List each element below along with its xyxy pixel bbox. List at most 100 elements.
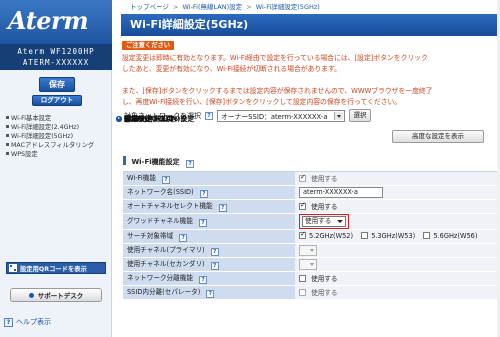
section-title-cell: Wi-Fi機能設定 ?	[123, 153, 500, 172]
section-bar-icon	[123, 155, 126, 165]
save-button[interactable]: 保存	[39, 77, 75, 92]
auto-channel-value: 使用する	[311, 203, 338, 211]
highlight-box: 使用する	[299, 213, 349, 229]
help-icon[interactable]: ?	[199, 190, 208, 198]
help-icon[interactable]: ?	[218, 204, 227, 212]
menu-item-wifi-detail-5[interactable]: Wi-Fi詳細設定(5GHz)	[0, 131, 112, 140]
breadcrumb-separator: >	[172, 3, 179, 11]
ssid-separation-checkbox[interactable]	[299, 289, 306, 296]
band-w53-option[interactable]: 5.3GHz(W53)	[361, 232, 417, 240]
model-name: Aterm WF1200HP	[17, 47, 95, 56]
logout-button[interactable]: ログアウト	[32, 95, 82, 106]
row-label-cell: ネットワーク分離機能 ?	[123, 271, 295, 286]
network-separation-checkbox[interactable]	[299, 275, 306, 282]
target-network-label: 対象ネットワークを選択	[124, 111, 201, 120]
menu-item-label: WPS設定	[11, 151, 38, 158]
guard-channel-select[interactable]: 使用する	[302, 215, 346, 227]
section-header: Wi-Fi機能設定 ?	[123, 153, 500, 172]
menu-item-wifi-basic[interactable]: Wi-Fi基本設定	[0, 113, 112, 122]
breadcrumb-separator: >	[246, 3, 252, 11]
ssid-input[interactable]: aterm-XXXXXX-a	[299, 186, 383, 198]
wifi-function-checkbox[interactable]	[299, 173, 306, 182]
help-icon[interactable]: ?	[198, 219, 207, 227]
caution-paragraph-1: 設定変更は即時に有効となります。Wi-Fi経由で設定を行っている場合には、[設定…	[122, 53, 500, 74]
row-label-cell: サーチ対象帯域 ?	[123, 229, 295, 244]
table-row: 使用チャネル(セカンダリ) ?	[123, 257, 500, 272]
device-name: ATERM-XXXXXX	[22, 58, 90, 67]
help-icon[interactable]: ?	[162, 176, 171, 184]
wifi-function-value: 使用する	[311, 175, 338, 183]
help-icon[interactable]: ?	[179, 234, 188, 242]
caution-line: したあと、変更が有効になり、Wi-Fi接続が切断される場合があります。	[122, 64, 341, 73]
help-icon[interactable]: ?	[210, 248, 219, 256]
band-w56-checkbox[interactable]	[423, 232, 431, 239]
auto-channel-label: オートチャネルセレクト機能	[127, 202, 213, 210]
table-row: ネットワーク分離機能 ? 使用する	[123, 271, 500, 286]
band-w56-option[interactable]: 5.6GHz(W56)	[423, 232, 477, 240]
breadcrumb-wifi[interactable]: Wi-Fi(無線LAN)設定	[182, 3, 242, 11]
menu-item-wps[interactable]: WPS設定	[0, 149, 112, 158]
sidebar-menu: 基本設定 Wi-Fi(無線LAN)設定 Wi-Fi基本設定 Wi-Fi詳細設定(…	[0, 113, 194, 158]
table-row: Wi-Fi機能 ? 使用する	[123, 171, 500, 186]
row-label-cell: 使用チャネル(セカンダリ) ?	[123, 257, 295, 272]
help-icon[interactable]: ?	[186, 159, 195, 168]
secondary-channel-label: 使用チャネル(セカンダリ)	[127, 260, 205, 268]
menu-item-label: Wi-Fi詳細設定(2.4GHz)	[11, 124, 80, 131]
row-label-cell: オートチャネルセレクト機能 ?	[123, 199, 295, 214]
main-content: トップページ > Wi-Fi(無線LAN)設定 > Wi-Fi詳細設定(5GHz…	[115, 0, 500, 337]
square-bullet-icon	[6, 143, 9, 146]
network-separation-label: ネットワーク分離機能	[127, 274, 193, 282]
breadcrumb-current: Wi-Fi詳細設定(5GHz)	[255, 3, 320, 11]
guard-channel-label: グワッドチャネル機能	[127, 217, 193, 225]
caution-line: 設定変更は即時に有効となります。Wi-Fi経由で設定を行っている場合には、[設定…	[122, 54, 428, 62]
band-w52-option[interactable]: 5.2GHz(W52)	[299, 230, 355, 240]
menu-item-wifi-detail-24[interactable]: Wi-Fi詳細設定(2.4GHz)	[0, 122, 112, 131]
show-advanced-settings-button[interactable]: 高度な設定を表示	[392, 130, 484, 143]
wifi-settings-table: Wi-Fi機能設定 ? Wi-Fi機能 ? 使用する ネットワーク名(SSID)…	[123, 153, 500, 300]
help-icon[interactable]: ?	[210, 262, 219, 270]
menu-item-mac-filtering[interactable]: MACアドレスフィルタリング	[0, 140, 112, 149]
help-link[interactable]: ? ヘルプ表示	[4, 317, 51, 327]
table-row: 使用チャネル(プライマリ) ?	[123, 243, 500, 258]
table-row: オートチャネルセレクト機能 ? 使用する	[123, 199, 500, 214]
auto-channel-checkbox[interactable]	[299, 201, 306, 210]
square-bullet-icon	[6, 125, 9, 128]
band-w52-checkbox[interactable]	[299, 230, 306, 239]
network-separation-value: 使用する	[311, 275, 338, 283]
row-value-cell: 5.2GHz(W52) 5.3GHz(W53) 5.6GHz(W56)	[295, 229, 500, 244]
band-w53-checkbox[interactable]	[361, 232, 369, 239]
square-bullet-icon	[6, 152, 9, 155]
select-button[interactable]: 選択	[349, 109, 371, 122]
bullet-icon	[28, 292, 34, 298]
guard-channel-value: 使用する	[305, 216, 332, 225]
row-label-cell: 使用チャネル(プライマリ) ?	[123, 243, 295, 258]
target-network-select[interactable]: オーナーSSID：aterm-XXXXXX-a	[217, 109, 345, 122]
breadcrumb: トップページ > Wi-Fi(無線LAN)設定 > Wi-Fi詳細設定(5GHz…	[130, 1, 320, 11]
secondary-channel-select[interactable]	[299, 258, 317, 270]
model-info: Aterm WF1200HP ATERM-XXXXXX	[0, 44, 112, 70]
help-icon[interactable]: ?	[199, 276, 208, 284]
row-label-cell: SSID内分離(セパレータ) ?	[123, 285, 295, 300]
row-value-cell: 使用する	[295, 171, 500, 186]
row-value-cell: 使用する	[295, 285, 500, 300]
search-band-label: サーチ対象帯域	[127, 232, 174, 240]
logo-area: Aterm	[0, 0, 112, 44]
band-w53-label: 5.3GHz(W53)	[371, 232, 416, 240]
square-bullet-icon	[6, 116, 9, 119]
primary-channel-select[interactable]	[299, 244, 317, 256]
app-window: Aterm Aterm WF1200HP ATERM-XXXXXX 保存 ログア…	[0, 0, 500, 337]
qr-code-icon	[9, 264, 17, 272]
support-button-label: サポートデスク	[37, 292, 84, 300]
caution-line: し、再度Wi-Fi接続を行い、[保存]ボタンをクリックして設定内容の保存を行って…	[122, 97, 402, 106]
row-value-cell: 使用する	[295, 199, 500, 214]
row-label-cell: グワッドチャネル機能 ?	[123, 213, 295, 230]
breadcrumb-top[interactable]: トップページ	[130, 3, 169, 11]
table-row: サーチ対象帯域 ? 5.2GHz(W52) 5.3GHz(W53) 5.6GHz…	[123, 229, 500, 244]
help-icon: ?	[4, 317, 13, 327]
band-w52-label: 5.2GHz(W52)	[309, 232, 354, 240]
show-qr-code-button[interactable]: 設定用QRコードを表示	[6, 262, 106, 274]
help-icon[interactable]: ?	[205, 111, 213, 120]
row-value-cell: aterm-XXXXXX-a	[295, 185, 500, 200]
help-icon[interactable]: ?	[206, 290, 215, 298]
support-desk-button[interactable]: サポートデスク	[10, 288, 102, 302]
